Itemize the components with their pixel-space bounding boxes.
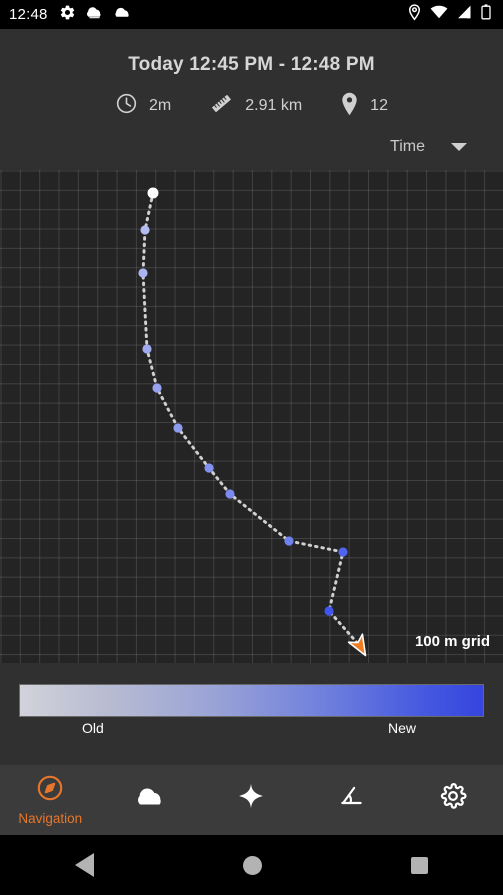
status-bar-notification-icons [59, 4, 132, 26]
gear-icon[interactable] [439, 782, 467, 815]
angle-icon[interactable] [338, 783, 366, 814]
age-color-legend: Old New [0, 663, 503, 765]
location-pin-icon [408, 3, 421, 26]
stat-duration: 2m [115, 92, 171, 120]
track-point[interactable] [152, 383, 162, 393]
home-circle-icon[interactable] [242, 855, 262, 875]
track-point[interactable] [324, 606, 334, 616]
map-pin-icon [340, 92, 359, 121]
cloud-icon [113, 5, 132, 24]
gear-icon [59, 4, 76, 26]
track-point[interactable] [173, 423, 183, 433]
wifi-icon [430, 5, 448, 24]
bottom-navigation-bar: Navigation [0, 765, 503, 835]
stat-distance-value: 2.91 km [245, 97, 303, 114]
sparkle-icon[interactable] [237, 782, 265, 815]
track-point[interactable] [140, 225, 150, 235]
track-header: Today 12:45 PM - 12:48 PM 2m 2.91 km 12 … [0, 29, 503, 170]
legend-new-label: New [388, 720, 417, 736]
track-point[interactable] [138, 268, 148, 278]
track-stats: 2m 2.91 km 12 [0, 91, 503, 121]
track-start-point[interactable] [147, 187, 159, 199]
clock-icon [115, 92, 138, 120]
sort-dropdown-label: Time [390, 138, 425, 155]
stat-distance: 2.91 km [209, 91, 302, 121]
track-point[interactable] [142, 344, 152, 354]
stat-points: 12 [340, 92, 388, 121]
legend-gradient-bar [19, 684, 484, 717]
back-triangle-icon[interactable] [74, 853, 94, 877]
nav-item-navigation-label: Navigation [18, 811, 83, 826]
track-point[interactable] [204, 463, 214, 473]
recents-square-icon[interactable] [411, 856, 429, 874]
stat-points-value: 12 [370, 97, 388, 114]
signal-icon [457, 5, 472, 24]
nav-item-stars[interactable] [201, 765, 302, 835]
legend-old-label: Old [82, 720, 104, 736]
track-point[interactable] [338, 547, 348, 557]
grid-scale-label: 100 m grid [414, 633, 490, 650]
nav-item-navigation[interactable]: Navigation [0, 765, 101, 835]
compass-icon[interactable] [36, 774, 64, 807]
page-title: Today 12:45 PM - 12:48 PM [128, 54, 375, 75]
track-point[interactable] [225, 489, 235, 499]
battery-icon [481, 4, 491, 25]
sort-dropdown[interactable]: Time [0, 138, 503, 156]
nav-item-angle[interactable] [302, 765, 403, 835]
nav-item-weather[interactable] [101, 765, 202, 835]
track-point[interactable] [284, 536, 294, 546]
chevron-down-icon[interactable] [451, 143, 467, 151]
ruler-icon [209, 91, 234, 121]
app-root: 12:48 Today 12:45 PM - 12:48 PM 2m 2.91 … [0, 0, 503, 895]
android-system-nav-bar [0, 835, 503, 895]
track-points [138, 187, 348, 616]
nav-item-settings[interactable] [402, 765, 503, 835]
track-path-svg [138, 187, 367, 657]
status-bar-clock: 12:48 [9, 6, 48, 23]
cloud-icon[interactable] [135, 784, 166, 813]
track-map[interactable]: 100 m grid [0, 170, 503, 663]
cloud-filled-icon [85, 4, 104, 25]
status-bar: 12:48 [0, 0, 503, 29]
track-polyline [141, 191, 362, 648]
status-bar-system-icons [408, 3, 494, 26]
stat-duration-value: 2m [149, 97, 172, 114]
